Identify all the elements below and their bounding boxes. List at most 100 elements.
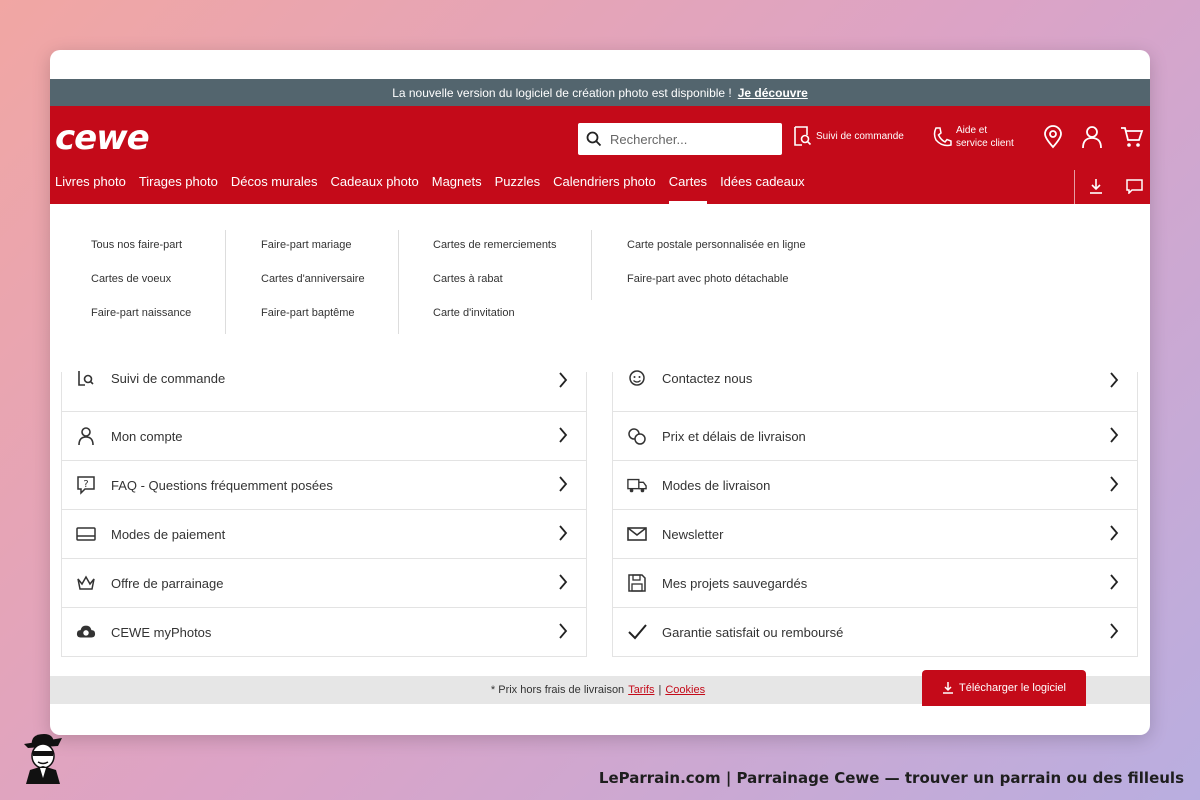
service-label: Modes de paiement	[111, 526, 226, 542]
order-tracking-label: Suivi de commande	[816, 130, 904, 142]
download-icon	[943, 682, 953, 694]
service-row-newsletter[interactable]: Newsletter	[613, 510, 1137, 559]
cewe-logo[interactable]: cewe	[55, 118, 150, 158]
announcement-bar: La nouvelle version du logiciel de créat…	[50, 79, 1150, 106]
service-label: Offre de parrainage	[111, 575, 224, 591]
chevron-right-icon	[559, 525, 568, 541]
service-row-contact[interactable]: Contactez nous	[613, 370, 1137, 412]
delivery-truck-icon	[627, 478, 647, 493]
cloud-camera-icon	[76, 625, 96, 638]
service-list-left: Suivi de commande Mon compte ? FAQ - Que…	[61, 371, 587, 657]
save-floppy-icon	[628, 574, 646, 592]
nav-item-cartes[interactable]: Cartes	[668, 174, 708, 204]
footer-separator: |	[658, 684, 662, 696]
cart-icon[interactable]	[1120, 125, 1144, 149]
service-label: Mon compte	[111, 428, 183, 444]
dropdown-item[interactable]: Cartes d'anniversaire	[261, 264, 365, 298]
dropdown-divider	[591, 230, 592, 300]
dropdown-column-1: Tous nos faire-part Cartes de voeux Fair…	[91, 230, 191, 332]
service-row-delivery-prices[interactable]: Prix et délais de livraison	[613, 412, 1137, 461]
credit-card-icon	[76, 527, 96, 541]
chevron-right-icon	[559, 574, 568, 590]
help-label-line1: Aide et	[956, 125, 988, 136]
search-icon	[586, 131, 602, 147]
spy-mascot-logo	[24, 734, 62, 784]
chevron-right-icon	[1110, 574, 1119, 590]
nav-item-calendriers-photo[interactable]: Calendriers photo	[553, 174, 656, 198]
main-nav: Livres photo Tirages photo Décos murales…	[55, 174, 818, 204]
service-label: Prix et délais de livraison	[662, 428, 806, 444]
browser-card: La nouvelle version du logiciel de créat…	[50, 50, 1150, 735]
chevron-right-icon	[1110, 427, 1119, 443]
service-row-myphotos[interactable]: CEWE myPhotos	[62, 608, 586, 657]
phone-icon	[933, 127, 952, 147]
checkmark-icon	[628, 624, 647, 640]
service-row-payment[interactable]: Modes de paiement	[62, 510, 586, 559]
question-bubble-icon: ?	[77, 476, 95, 495]
nav-item-magnets[interactable]: Magnets	[432, 174, 482, 198]
service-row-order-tracking[interactable]: Suivi de commande	[62, 371, 586, 412]
dropdown-item[interactable]: Carte d'invitation	[433, 298, 557, 332]
dropdown-item[interactable]: Faire-part baptême	[261, 298, 365, 332]
page-caption: LeParrain.com | Parrainage Cewe — trouve…	[598, 769, 1184, 787]
service-row-delivery-modes[interactable]: Modes de livraison	[613, 461, 1137, 510]
chevron-right-icon	[1110, 476, 1119, 492]
download-software-button[interactable]: Télécharger le logiciel	[922, 670, 1086, 706]
nav-item-idees-cadeaux[interactable]: Idées cadeaux	[720, 174, 805, 198]
dropdown-item[interactable]: Cartes de voeux	[91, 264, 191, 298]
dropdown-item[interactable]: Faire-part naissance	[91, 298, 191, 332]
dropdown-item[interactable]: Carte postale personnalisée en ligne	[627, 230, 806, 264]
svg-text:?: ?	[83, 479, 88, 490]
chevron-right-icon	[559, 476, 568, 492]
service-row-faq[interactable]: ? FAQ - Questions fréquemment posées	[62, 461, 586, 510]
nav-item-cadeaux-photo[interactable]: Cadeaux photo	[331, 174, 419, 198]
chevron-right-icon	[1110, 623, 1119, 639]
order-tracking-icon	[78, 371, 94, 386]
service-label: FAQ - Questions fréquemment posées	[111, 477, 333, 493]
dropdown-item[interactable]: Cartes à rabat	[433, 264, 557, 298]
announcement-link[interactable]: Je découvre	[738, 86, 808, 100]
chevron-right-icon	[559, 372, 568, 388]
dropdown-item[interactable]: Cartes de remerciements	[433, 230, 557, 264]
nav-item-livres-photo[interactable]: Livres photo	[55, 174, 126, 198]
service-row-referral[interactable]: Offre de parrainage	[62, 559, 586, 608]
dropdown-column-3: Cartes de remerciements Cartes à rabat C…	[433, 230, 557, 332]
service-label: Contactez nous	[662, 370, 753, 386]
chevron-right-icon	[1110, 372, 1119, 388]
help-link[interactable]: Aide et service client	[932, 124, 1014, 150]
dropdown-item[interactable]: Faire-part mariage	[261, 230, 365, 264]
service-row-account[interactable]: Mon compte	[62, 412, 586, 461]
smiley-support-icon	[629, 370, 645, 386]
footer-link-cookies[interactable]: Cookies	[665, 684, 705, 696]
nav-item-decos-murales[interactable]: Décos murales	[231, 174, 318, 198]
nav-item-tirages-photo[interactable]: Tirages photo	[139, 174, 218, 198]
search-box[interactable]	[578, 123, 782, 155]
nav-item-puzzles[interactable]: Puzzles	[495, 174, 541, 198]
footer-link-tarifs[interactable]: Tarifs	[628, 684, 654, 696]
cartes-dropdown-menu: Tous nos faire-part Cartes de voeux Fair…	[50, 204, 1150, 372]
location-pin-icon[interactable]	[1043, 125, 1063, 149]
search-input[interactable]	[610, 131, 770, 147]
service-list-right: Contactez nous Prix et délais de livrais…	[612, 370, 1138, 657]
download-icon[interactable]	[1088, 178, 1104, 194]
nav-separator	[1074, 170, 1075, 204]
service-row-guarantee[interactable]: Garantie satisfait ou remboursé	[613, 608, 1137, 657]
user-icon	[78, 427, 94, 446]
service-label: Newsletter	[662, 526, 724, 542]
chevron-right-icon	[559, 623, 568, 639]
dropdown-item[interactable]: Tous nos faire-part	[91, 230, 191, 264]
envelope-icon	[627, 527, 647, 541]
announcement-text: La nouvelle version du logiciel de créat…	[392, 85, 732, 100]
site-header: cewe Suivi de commande Aide et	[50, 106, 1150, 204]
service-row-saved-projects[interactable]: Mes projets sauvegardés	[613, 559, 1137, 608]
crown-icon	[77, 575, 95, 590]
service-label: CEWE myPhotos	[111, 624, 212, 640]
user-icon[interactable]	[1082, 125, 1102, 149]
footer-text: * Prix hors frais de livraison	[490, 684, 625, 696]
chat-icon[interactable]	[1126, 179, 1143, 194]
help-label-line2: service client	[956, 138, 1014, 149]
order-tracking-link[interactable]: Suivi de commande	[792, 124, 904, 148]
dropdown-item[interactable]: Faire-part avec photo détachable	[627, 264, 806, 298]
dropdown-divider	[398, 230, 399, 334]
order-tracking-icon	[794, 126, 812, 146]
